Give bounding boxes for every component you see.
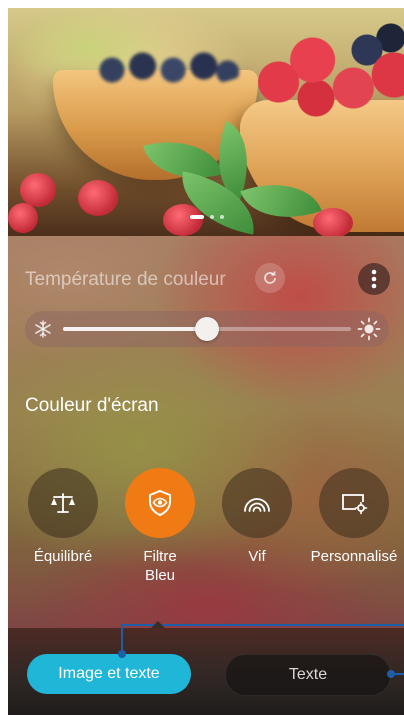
blueberries <box>78 48 248 88</box>
page-dot <box>210 215 214 219</box>
phone-screen: Température de couleur Couleur d'écran É… <box>8 8 404 715</box>
text-only-button[interactable]: Texte <box>225 654 391 696</box>
mode-balanced-label: Équilibré <box>33 548 93 565</box>
screen-color-title: Couleur d'écran <box>25 395 159 416</box>
snowflake-icon <box>35 320 51 338</box>
preview-photo <box>8 8 404 236</box>
eye-shield-icon <box>149 489 171 517</box>
more-options-button[interactable] <box>358 263 390 295</box>
raspberries <box>248 20 404 120</box>
loose-raspberry <box>8 203 38 233</box>
mode-vivid-button[interactable] <box>222 468 292 538</box>
display-settings-icon <box>342 494 368 515</box>
preview-mode-bar: Image et texte Texte <box>8 628 404 715</box>
mode-balanced-button[interactable] <box>28 468 98 538</box>
slider-fill <box>63 327 207 331</box>
reset-temperature-button[interactable] <box>255 263 285 293</box>
slider-thumb[interactable] <box>195 317 219 341</box>
loose-raspberry <box>163 204 203 236</box>
page-indicator[interactable] <box>190 215 224 219</box>
sun-icon <box>357 317 381 341</box>
mode-blue-filter[interactable]: Filtre Bleu <box>110 468 210 585</box>
color-temperature-title: Température de couleur <box>25 269 226 290</box>
refresh-icon <box>264 271 276 284</box>
mode-vivid[interactable]: Vif <box>207 468 307 566</box>
loose-raspberry <box>78 180 118 216</box>
screen-color-panel: Température de couleur Couleur d'écran É… <box>8 236 404 628</box>
mode-blue-filter-label: Filtre Bleu <box>143 548 177 584</box>
mode-custom[interactable]: Personnalisé <box>304 468 404 566</box>
mode-balanced[interactable]: Équilibré <box>13 468 113 566</box>
color-temperature-slider[interactable] <box>25 311 389 347</box>
image-and-text-button[interactable]: Image et texte <box>27 654 191 694</box>
mode-custom-button[interactable] <box>319 468 389 538</box>
more-vertical-icon <box>371 269 377 289</box>
mode-blue-filter-button[interactable] <box>125 468 195 538</box>
signal-arcs-icon <box>244 498 270 512</box>
mode-custom-label: Personnalisé <box>310 548 398 565</box>
loose-raspberry <box>313 208 353 236</box>
balance-scale-icon <box>51 493 75 513</box>
page-dot-active <box>190 215 204 219</box>
mode-vivid-label: Vif <box>248 548 266 565</box>
page-dot <box>220 215 224 219</box>
loose-raspberry <box>20 173 56 207</box>
